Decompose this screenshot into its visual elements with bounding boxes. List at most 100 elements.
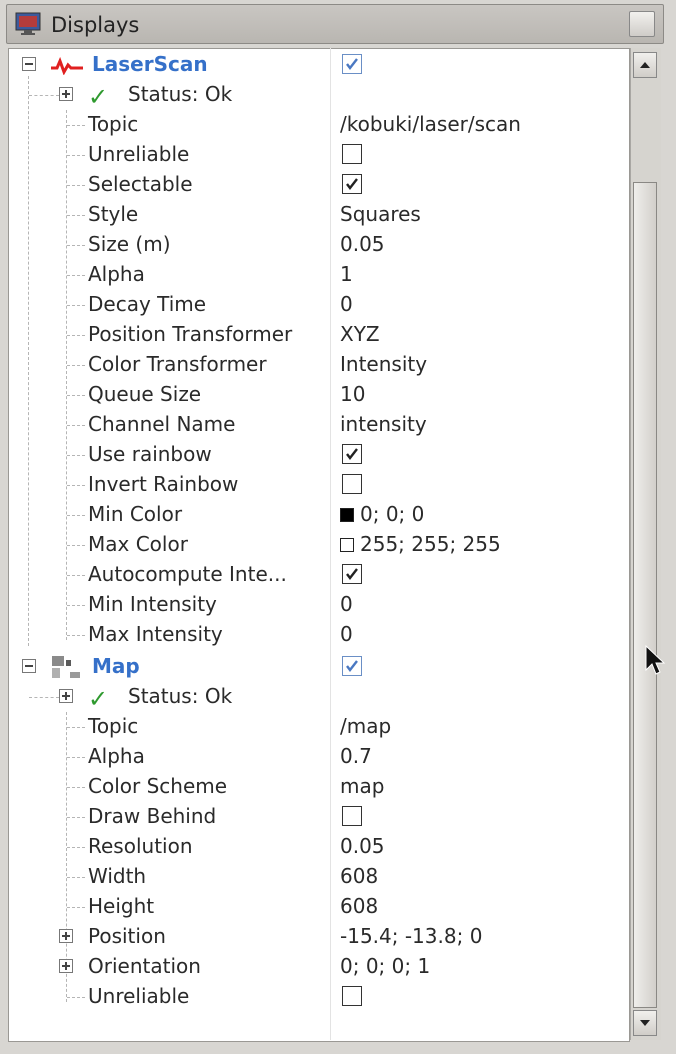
unreliable-checkbox[interactable] — [342, 144, 362, 164]
tree-line — [67, 335, 85, 336]
property-label: Orientation — [88, 954, 201, 978]
property-label: Topic — [88, 714, 139, 738]
property-value[interactable]: 608 — [340, 894, 378, 918]
tree-line — [67, 305, 85, 306]
tree-line — [67, 395, 85, 396]
property-label: Autocompute Inte... — [88, 562, 287, 586]
vertical-scrollbar[interactable] — [630, 48, 661, 1040]
property-value[interactable]: -15.4; -13.8; 0 — [340, 924, 482, 948]
scroll-down-button[interactable] — [633, 1010, 657, 1036]
use-rainbow-checkbox[interactable] — [342, 444, 362, 464]
property-label: Size (m) — [88, 232, 171, 256]
tree-line — [67, 787, 85, 788]
property-value: 0; 0; 0 — [360, 502, 425, 526]
property-label: Min Intensity — [88, 592, 217, 616]
max-color-value[interactable]: 255; 255; 255 — [340, 532, 501, 556]
property-row[interactable]: Alpha 0.7 — [8, 742, 628, 772]
property-row[interactable]: Orientation 0; 0; 0; 1 — [8, 952, 628, 982]
float-button[interactable] — [629, 11, 655, 37]
scroll-up-button[interactable] — [633, 52, 657, 78]
scrollbar-thumb[interactable] — [633, 182, 657, 1008]
property-label: Min Color — [88, 502, 183, 526]
property-row[interactable]: Use rainbow — [8, 440, 628, 470]
property-row[interactable]: Min Color 0; 0; 0 — [8, 500, 628, 530]
property-value[interactable]: XYZ — [340, 322, 380, 346]
property-row[interactable]: Decay Time 0 — [8, 290, 628, 320]
property-row[interactable]: Selectable — [8, 170, 628, 200]
property-row[interactable]: Queue Size 10 — [8, 380, 628, 410]
property-row[interactable]: Color Transformer Intensity — [8, 350, 628, 380]
property-row[interactable]: Max Color 255; 255; 255 — [8, 530, 628, 560]
property-row[interactable]: Unreliable — [8, 982, 628, 1012]
laserscan-enabled-checkbox[interactable] — [342, 54, 362, 74]
map-name: Map — [92, 654, 140, 678]
property-row[interactable]: Width 608 — [8, 862, 628, 892]
property-value[interactable]: Intensity — [340, 352, 427, 376]
property-value[interactable]: 0 — [340, 622, 353, 646]
property-row[interactable]: Topic /map — [8, 712, 628, 742]
property-value[interactable]: 0.05 — [340, 232, 385, 256]
property-value[interactable]: Squares — [340, 202, 421, 226]
property-value[interactable]: 608 — [340, 864, 378, 888]
expand-orientation-icon[interactable] — [59, 959, 73, 973]
tree-line — [67, 817, 85, 818]
laserscan-name: LaserScan — [92, 52, 208, 76]
property-row[interactable]: Height 608 — [8, 892, 628, 922]
property-value[interactable]: 10 — [340, 382, 365, 406]
property-label: Queue Size — [88, 382, 202, 406]
property-row[interactable]: Position Transformer XYZ — [8, 320, 628, 350]
property-label: Decay Time — [88, 292, 207, 316]
property-value[interactable]: 0; 0; 0; 1 — [340, 954, 430, 978]
invert-rainbow-checkbox[interactable] — [342, 474, 362, 494]
map-unreliable-checkbox[interactable] — [342, 986, 362, 1006]
property-row[interactable]: Topic /kobuki/laser/scan — [8, 110, 628, 140]
laserscan-status-row[interactable]: ✓ Status: Ok — [8, 80, 628, 111]
property-row[interactable]: Autocompute Inte... — [8, 560, 628, 590]
property-row[interactable]: Position -15.4; -13.8; 0 — [8, 922, 628, 952]
plus-box-icon[interactable] — [59, 87, 73, 101]
property-row[interactable]: Min Intensity 0 — [8, 590, 628, 620]
property-value[interactable]: /map — [340, 714, 391, 738]
title-bar: Displays — [6, 4, 664, 44]
property-label: Use rainbow — [88, 442, 212, 466]
map-enabled-checkbox[interactable] — [342, 656, 362, 676]
property-value[interactable]: map — [340, 774, 384, 798]
tree-line — [67, 877, 85, 878]
status-label: Status: Ok — [128, 82, 233, 106]
map-status-row[interactable]: ✓ Status: Ok — [8, 682, 628, 713]
tree-line — [67, 907, 85, 908]
tree-line — [29, 95, 59, 96]
autocompute-checkbox[interactable] — [342, 564, 362, 584]
property-row[interactable]: Invert Rainbow — [8, 470, 628, 500]
property-row[interactable]: Resolution 0.05 — [8, 832, 628, 862]
tree-line — [67, 727, 85, 728]
map-display-row[interactable]: Map — [8, 652, 628, 682]
property-value[interactable]: 1 — [340, 262, 353, 286]
property-label: Color Scheme — [88, 774, 228, 798]
expand-position-icon[interactable] — [59, 929, 73, 943]
property-row[interactable]: Color Scheme map — [8, 772, 628, 802]
property-value[interactable]: intensity — [340, 412, 427, 436]
selectable-checkbox[interactable] — [342, 174, 362, 194]
property-row[interactable]: Unreliable — [8, 140, 628, 170]
property-row[interactable]: Size (m) 0.05 — [8, 230, 628, 260]
property-value[interactable]: 0 — [340, 292, 353, 316]
collapse-map-icon[interactable] — [22, 659, 36, 673]
property-value[interactable]: 0.05 — [340, 834, 385, 858]
laserscan-display-row[interactable]: LaserScan — [8, 50, 628, 80]
checkmark-icon: ✓ — [88, 685, 109, 713]
plus-box-icon[interactable] — [59, 689, 73, 703]
property-value[interactable]: /kobuki/laser/scan — [340, 112, 521, 136]
property-label: Selectable — [88, 172, 193, 196]
property-row[interactable]: Alpha 1 — [8, 260, 628, 290]
draw-behind-checkbox[interactable] — [342, 806, 362, 826]
property-row[interactable]: Max Intensity 0 — [8, 620, 628, 650]
property-row[interactable]: Channel Name intensity — [8, 410, 628, 440]
property-value[interactable]: 0 — [340, 592, 353, 616]
collapse-laserscan-icon[interactable] — [22, 57, 36, 71]
property-row[interactable]: Draw Behind — [8, 802, 628, 832]
property-label: Topic — [88, 112, 139, 136]
property-row[interactable]: Style Squares — [8, 200, 628, 230]
property-value[interactable]: 0.7 — [340, 744, 372, 768]
min-color-value[interactable]: 0; 0; 0 — [340, 502, 424, 526]
